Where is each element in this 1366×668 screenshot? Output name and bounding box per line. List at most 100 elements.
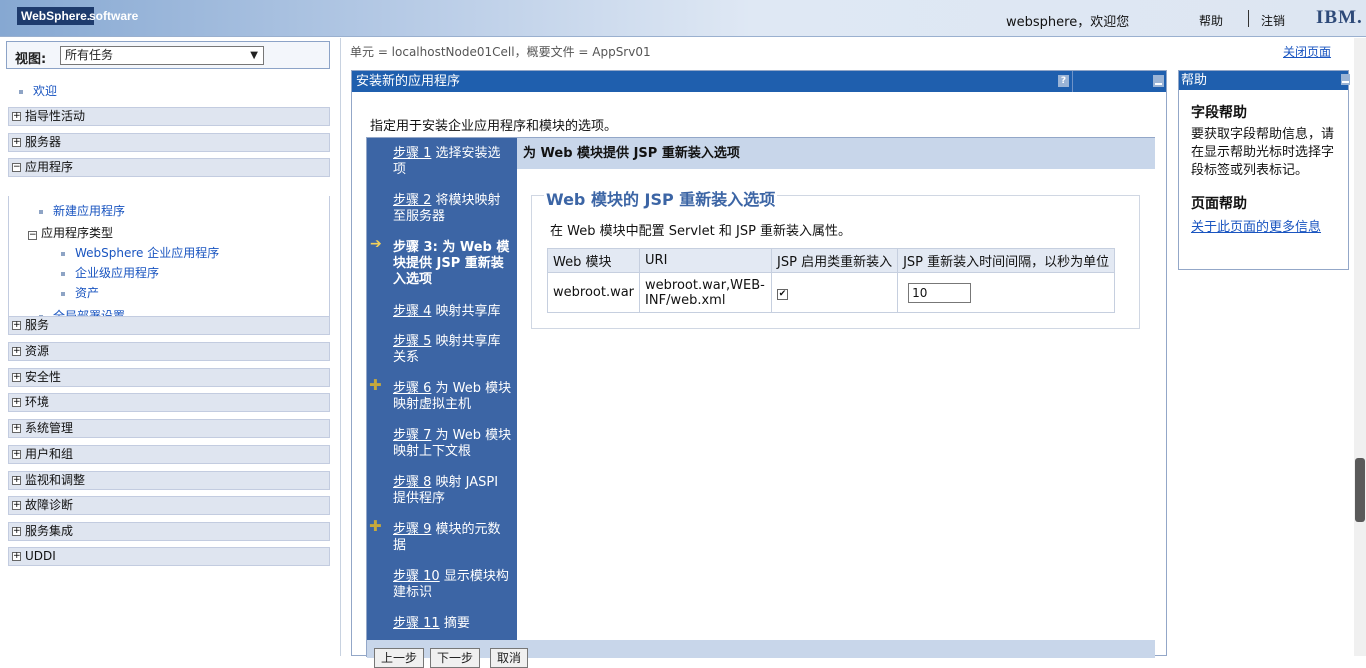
expand-icon: +	[12, 500, 21, 510]
minimize-icon[interactable]	[1153, 75, 1164, 87]
nav-new-application[interactable]: 新建应用程序	[39, 202, 125, 219]
nav-application-types[interactable]: − 应用程序类型	[28, 224, 113, 241]
collapse-icon: −	[12, 162, 21, 172]
expand-icon: +	[12, 111, 21, 121]
wizard-step-9[interactable]: 步骤 9 模块的元数据	[393, 522, 513, 554]
minimize-icon[interactable]	[1341, 74, 1350, 85]
field-help-heading: 字段帮助	[1191, 105, 1247, 121]
nav-business-apps[interactable]: 企业级应用程序	[61, 264, 159, 281]
expand-icon: +	[12, 449, 21, 459]
wizard-step-6[interactable]: 步骤 6 为 Web 模块映射虚拟主机	[393, 381, 513, 413]
column-header-uri[interactable]: URI	[639, 248, 773, 273]
page-scrollbar[interactable]	[1354, 38, 1366, 656]
nav-item-label: 企业级应用程序	[75, 266, 160, 280]
scope-breadcrumb: 单元 = localhostNode01Cell，概要文件 = AppSrv01	[350, 45, 651, 59]
nav-category-services[interactable]: + 服务	[8, 316, 330, 335]
header-separator	[1248, 10, 1249, 27]
nav-item-label: WebSphere 企业应用程序	[75, 246, 220, 260]
nav-category-label: 故障诊断	[25, 498, 74, 512]
nav-category-security[interactable]: + 安全性	[8, 368, 330, 387]
nav-category-service-integration[interactable]: + 服务集成	[8, 522, 330, 541]
nav-category-resources[interactable]: + 资源	[8, 342, 330, 361]
required-step-icon: ✚	[369, 376, 382, 394]
column-header-module[interactable]: Web 模块	[546, 248, 641, 273]
nav-category-guided[interactable]: + 指导性活动	[8, 107, 330, 126]
wizard-step-5[interactable]: 步骤 5 映射共享库关系	[393, 334, 513, 366]
wizard-steps: 步骤 1 选择安装选项 步骤 2 将模块映射至服务器 ➔ 步骤 3: 为 Web…	[367, 138, 517, 640]
top-banner: WebSphere. software websphere，欢迎您 帮助 注销 …	[0, 0, 1366, 37]
nav-welcome[interactable]: 欢迎	[19, 82, 57, 99]
view-select[interactable]: 所有任务 ▼	[60, 46, 264, 65]
jsp-reload-fieldset: Web 模块的 JSP 重新装入选项 在 Web 模块中配置 Servlet 和…	[531, 186, 1140, 329]
nav-category-label: 服务集成	[25, 524, 74, 538]
help-question-icon[interactable]: ?	[1058, 75, 1069, 87]
column-header-interval[interactable]: JSP 重新装入时间间隔，以秒为单位	[897, 248, 1116, 273]
step-number: 步骤 5	[393, 334, 432, 349]
portlet-title: 安装新的应用程序	[356, 74, 461, 89]
nav-category-label: 安全性	[25, 370, 62, 384]
wizard-step-1[interactable]: 步骤 1 选择安装选项	[393, 146, 513, 178]
expand-icon: +	[12, 475, 21, 485]
scrollbar-thumb[interactable]	[1355, 458, 1365, 522]
nav-category-label: 服务器	[25, 135, 62, 149]
logout-link[interactable]: 注销	[1261, 12, 1285, 29]
wizard-step-4[interactable]: 步骤 4 映射共享库	[393, 304, 513, 320]
expand-icon: +	[12, 372, 21, 382]
step-number: 步骤 3:	[393, 240, 438, 255]
expand-icon: +	[12, 551, 21, 561]
nav-assets[interactable]: 资产	[61, 284, 99, 301]
wizard-step-11[interactable]: 步骤 11 摘要	[393, 616, 513, 632]
fieldset-description: 在 Web 模块中配置 Servlet 和 JSP 重新装入属性。	[550, 224, 852, 239]
cell-reload-enabled: ✔	[771, 272, 899, 313]
current-step-arrow-icon: ➔	[370, 236, 382, 252]
help-panel: 帮助 字段帮助 要获取字段帮助信息，请在显示帮助光标时选择字段标签或列表标记。 …	[1178, 70, 1350, 270]
nav-category-uddi[interactable]: + UDDI	[8, 547, 330, 566]
nav-category-monitoring[interactable]: + 监视和调整	[8, 471, 330, 490]
previous-button[interactable]: 上一步	[374, 648, 425, 668]
table-row: webroot.war webroot.war,WEB-INF/web.xml …	[546, 272, 1116, 313]
applications-subtree: 新建应用程序 − 应用程序类型 WebSphere 企业应用程序 企业级应用程序 …	[8, 196, 330, 324]
nav-category-applications[interactable]: − 应用程序	[8, 158, 330, 177]
expand-icon: +	[12, 397, 21, 407]
page-help-link[interactable]: 关于此页面的更多信息	[1191, 216, 1321, 235]
step-number: 步骤 4	[393, 304, 432, 319]
wizard-step-10[interactable]: 步骤 10 显示模块构建标识	[393, 569, 513, 601]
header-help-link[interactable]: 帮助	[1199, 12, 1223, 29]
nav-category-system-admin[interactable]: + 系统管理	[8, 419, 330, 438]
nav-websphere-apps[interactable]: WebSphere 企业应用程序	[61, 244, 219, 261]
nav-category-environment[interactable]: + 环境	[8, 393, 330, 412]
bullet-icon	[19, 89, 23, 94]
navigation-tree: 视图: 所有任务 ▼ 欢迎 + 指导性活动 + 服务器 − 应用程序 新建应用程序 −…	[0, 38, 341, 656]
nav-item-label: 应用程序类型	[41, 226, 114, 240]
collapse-icon: −	[28, 230, 37, 240]
reload-interval-input[interactable]: 10	[908, 282, 972, 303]
portlet-title-bar: 安装新的应用程序 ?	[352, 71, 1166, 92]
step-number: 步骤 8	[393, 475, 432, 490]
logo-suffix: software	[89, 9, 139, 23]
wizard-step-8[interactable]: 步骤 8 映射 JASPI 提供程序	[393, 475, 513, 507]
nav-category-servers[interactable]: + 服务器	[8, 133, 330, 152]
expand-icon: +	[12, 526, 21, 536]
wizard: 步骤 1 选择安装选项 步骤 2 将模块映射至服务器 ➔ 步骤 3: 为 Web…	[366, 137, 1155, 668]
fieldset-legend: Web 模块的 JSP 重新装入选项	[544, 186, 778, 210]
welcome-text: websphere，欢迎您	[1006, 15, 1130, 30]
chevron-down-icon: ▼	[250, 50, 258, 61]
step-text: 摘要	[443, 616, 470, 631]
nav-category-label: 指导性活动	[25, 109, 86, 123]
cancel-button[interactable]: 取消	[490, 648, 529, 668]
nav-category-users-groups[interactable]: + 用户和组	[8, 445, 330, 464]
wizard-step-2[interactable]: 步骤 2 将模块映射至服务器	[393, 193, 513, 225]
nav-item-label: 资产	[75, 286, 100, 300]
next-button[interactable]: 下一步	[430, 648, 481, 668]
close-page-link[interactable]: 关闭页面	[1283, 43, 1331, 60]
step-number: 步骤 6	[393, 381, 432, 396]
page-help-heading: 页面帮助	[1191, 196, 1247, 212]
step-number: 步骤 9	[393, 522, 432, 537]
cell-module: webroot.war	[546, 272, 641, 313]
column-header-reload-enabled[interactable]: JSP 启用类重新装入	[771, 248, 899, 273]
view-label: 视图:	[15, 52, 47, 67]
wizard-step-7[interactable]: 步骤 7 为 Web 模块映射上下文根	[393, 428, 513, 460]
reload-enabled-checkbox[interactable]: ✔	[777, 289, 789, 300]
bullet-icon	[61, 251, 65, 256]
nav-category-troubleshooting[interactable]: + 故障诊断	[8, 496, 330, 515]
